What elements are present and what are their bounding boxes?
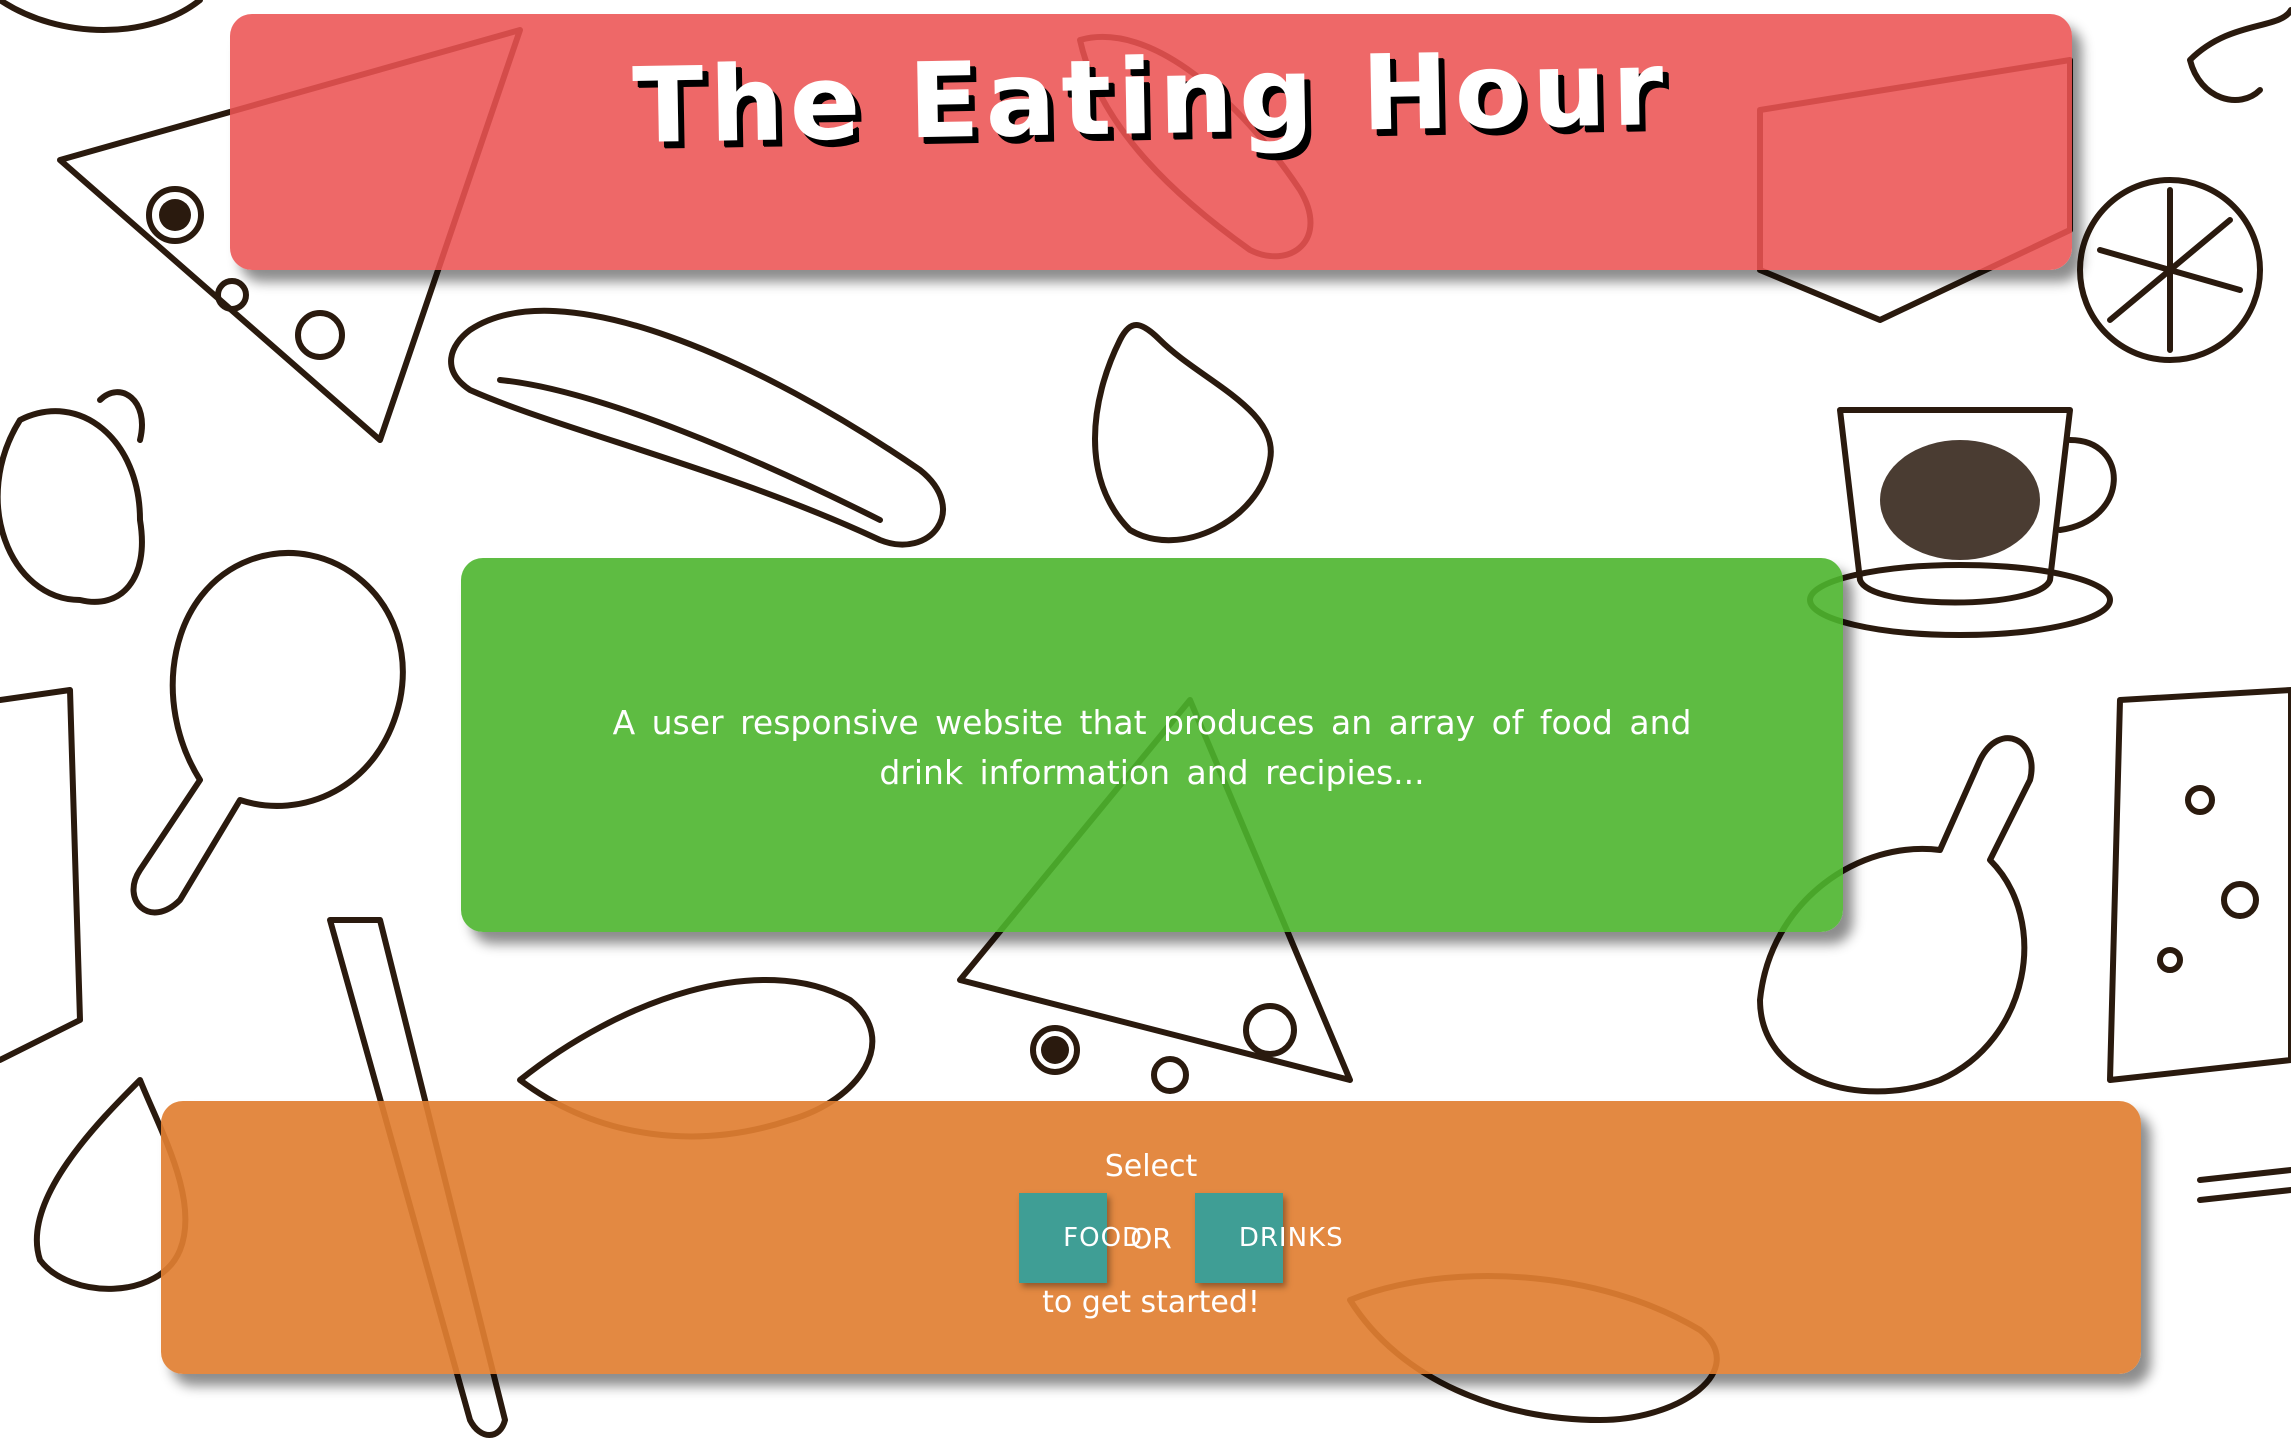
site-title: The Eating Hour [631, 26, 1671, 168]
header-banner: The Eating Hour [230, 14, 2072, 270]
button-row: FOOD OR DRINKS [161, 1193, 2141, 1285]
drinks-button[interactable]: DRINKS [1194, 1193, 1343, 1283]
select-label: Select [1104, 1149, 1198, 1184]
cheese-icon [0, 687, 83, 1063]
food-button[interactable]: FOOD [1019, 1193, 1142, 1283]
straw-icon [2197, 1167, 2291, 1203]
action-panel: Select FOOD OR DRINKS to get started! [161, 1101, 2141, 1374]
plate-icon [0, 0, 203, 33]
garlic-icon [1092, 322, 1274, 544]
or-label: OR [1130, 1221, 1172, 1255]
page: The Eating Hour A user responsive websit… [0, 0, 2291, 1451]
apple-icon [0, 408, 145, 605]
cheese-icon-2 [2107, 687, 2291, 1083]
hotdog-icon [448, 307, 946, 548]
description-text: A user responsive website that produces … [612, 703, 1692, 792]
leaf-icon [2187, 7, 2291, 103]
chicken-leg-icon [130, 550, 406, 916]
get-started-label: to get started! [1042, 1285, 1260, 1320]
description-panel: A user responsive website that produces … [461, 558, 1843, 932]
